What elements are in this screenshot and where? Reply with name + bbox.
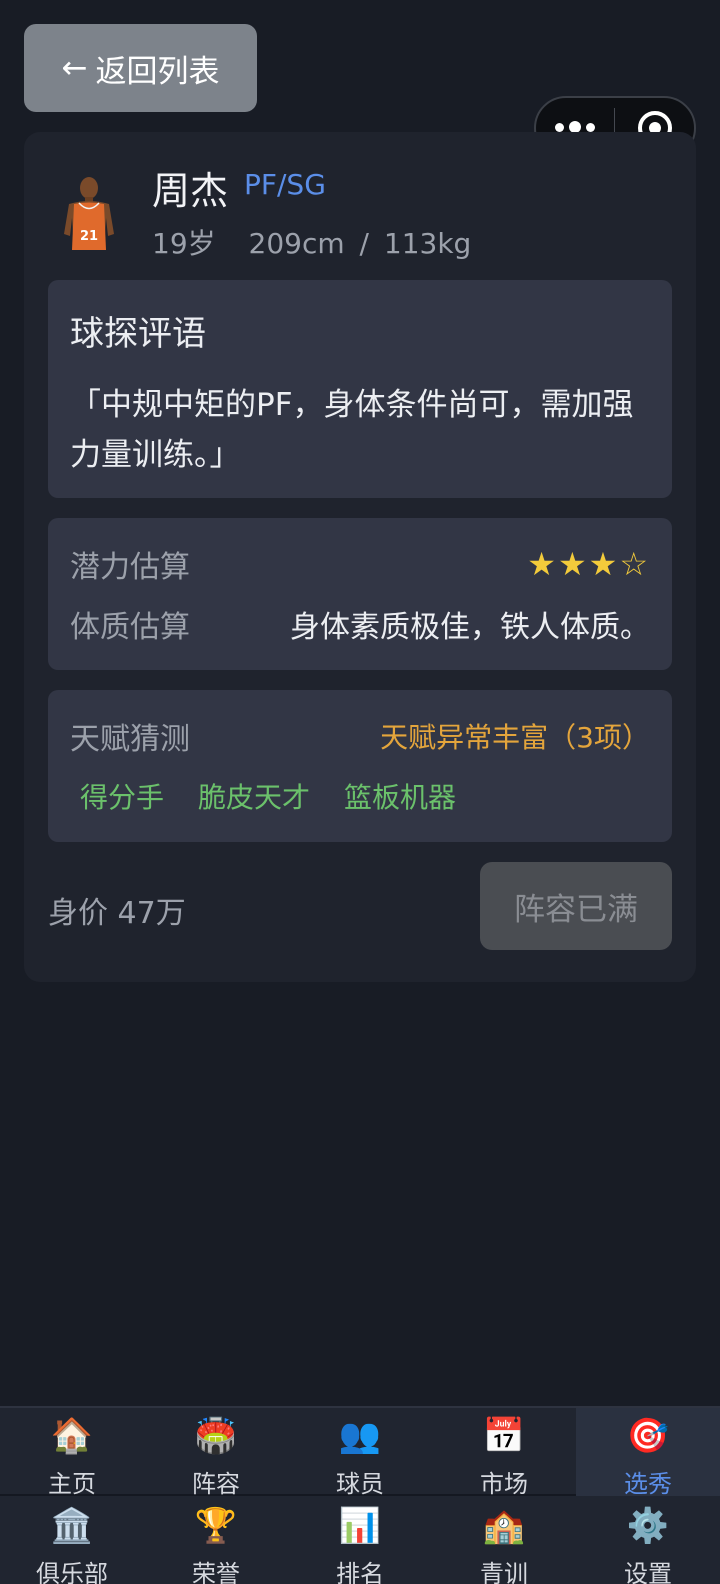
talent-tag: 篮板机器 — [344, 781, 457, 814]
tab-youth[interactable]: 🏫 青训 — [432, 1498, 576, 1584]
physique-value: 身体素质极佳，铁人体质。 — [290, 610, 650, 645]
tab-label: 设置 — [624, 1560, 672, 1584]
talent-tag: 脆皮天才 — [198, 781, 311, 814]
tab-home[interactable]: 🏠 主页 — [0, 1408, 144, 1498]
talent-summary: 天赋异常丰富（3项） — [380, 721, 650, 754]
tab-label: 主页 — [48, 1470, 96, 1498]
tab-settings[interactable]: ⚙️ 设置 — [576, 1498, 720, 1584]
building-icon: 🏛️ — [50, 1506, 94, 1546]
calendar-store-icon: 📅 — [482, 1416, 526, 1456]
bottom-tab-bar: 🏠 主页 🏟️ 阵容 👥 球员 📅 市场 🎯 选秀 🏛️ 俱乐部 🏆 荣誉 📊 … — [0, 1406, 720, 1584]
roster-full-button[interactable]: 阵容已满 — [480, 862, 672, 950]
house-icon: 🏠 — [50, 1416, 94, 1456]
tab-label: 球员 — [336, 1470, 384, 1498]
tab-label: 市场 — [480, 1470, 528, 1498]
player-card: 21 周杰 PF/SG 19岁 209cm / 113kg 球探评语 「中规中矩… — [24, 132, 696, 982]
talent-tag: 得分手 — [80, 781, 165, 814]
tab-club[interactable]: 🏛️ 俱乐部 — [0, 1498, 144, 1584]
player-body: 209cm / 113kg — [248, 227, 472, 260]
trophy-icon: 🏆 — [194, 1506, 238, 1546]
physique-label: 体质估算 — [70, 610, 190, 645]
tab-draft[interactable]: 🎯 选秀 — [576, 1408, 720, 1498]
player-price: 身价 47万 — [48, 896, 186, 931]
gear-icon: ⚙️ — [626, 1506, 670, 1546]
player-meta: 19岁 209cm / 113kg — [152, 222, 471, 262]
tab-label: 阵容 — [192, 1470, 240, 1498]
tab-honors[interactable]: 🏆 荣誉 — [144, 1498, 288, 1584]
scout-comment-panel: 球探评语 「中规中矩的PF，身体条件尚可，需加强力量训练。」 — [48, 280, 672, 498]
tab-lineup[interactable]: 🏟️ 阵容 — [144, 1408, 288, 1498]
tab-players[interactable]: 👥 球员 — [288, 1408, 432, 1498]
tab-label: 排名 — [336, 1560, 384, 1584]
back-button-label: 返回列表 — [95, 53, 220, 90]
school-icon: 🏫 — [482, 1506, 526, 1546]
scout-comment-title: 球探评语 — [70, 314, 206, 354]
player-age: 19岁 — [152, 227, 216, 260]
potential-label: 潜力估算 — [70, 550, 190, 585]
talent-panel: 天赋猜测 天赋异常丰富（3项） 得分手 脆皮天才 篮板机器 — [48, 690, 672, 842]
tab-label: 俱乐部 — [36, 1560, 108, 1584]
scout-comment-text: 「中规中矩的PF，身体条件尚可，需加强力量训练。」 — [70, 387, 634, 473]
tab-label: 荣誉 — [192, 1560, 240, 1584]
player-position: PF/SG — [244, 168, 326, 201]
target-icon: 🎯 — [626, 1416, 670, 1456]
bar-chart-icon: 📊 — [338, 1506, 382, 1546]
tab-label: 选秀 — [624, 1470, 672, 1498]
tab-market[interactable]: 📅 市场 — [432, 1408, 576, 1498]
users-icon: 👥 — [338, 1416, 382, 1456]
stadium-icon: 🏟️ — [194, 1416, 238, 1456]
player-avatar: 21 — [64, 177, 114, 250]
talent-label: 天赋猜测 — [70, 722, 190, 757]
tab-label: 青训 — [480, 1560, 528, 1584]
potential-star-rating: ★★★☆ — [527, 545, 650, 583]
talent-tags: 得分手 脆皮天才 篮板机器 — [80, 776, 456, 816]
arrow-left-icon: ← — [61, 50, 88, 86]
player-name: 周杰 — [152, 169, 229, 213]
jersey-number: 21 — [80, 229, 98, 244]
tab-rankings[interactable]: 📊 排名 — [288, 1498, 432, 1584]
back-to-list-button[interactable]: ← 返回列表 — [24, 24, 257, 112]
estimates-panel: 潜力估算 ★★★☆ 体质估算 身体素质极佳，铁人体质。 — [48, 518, 672, 670]
